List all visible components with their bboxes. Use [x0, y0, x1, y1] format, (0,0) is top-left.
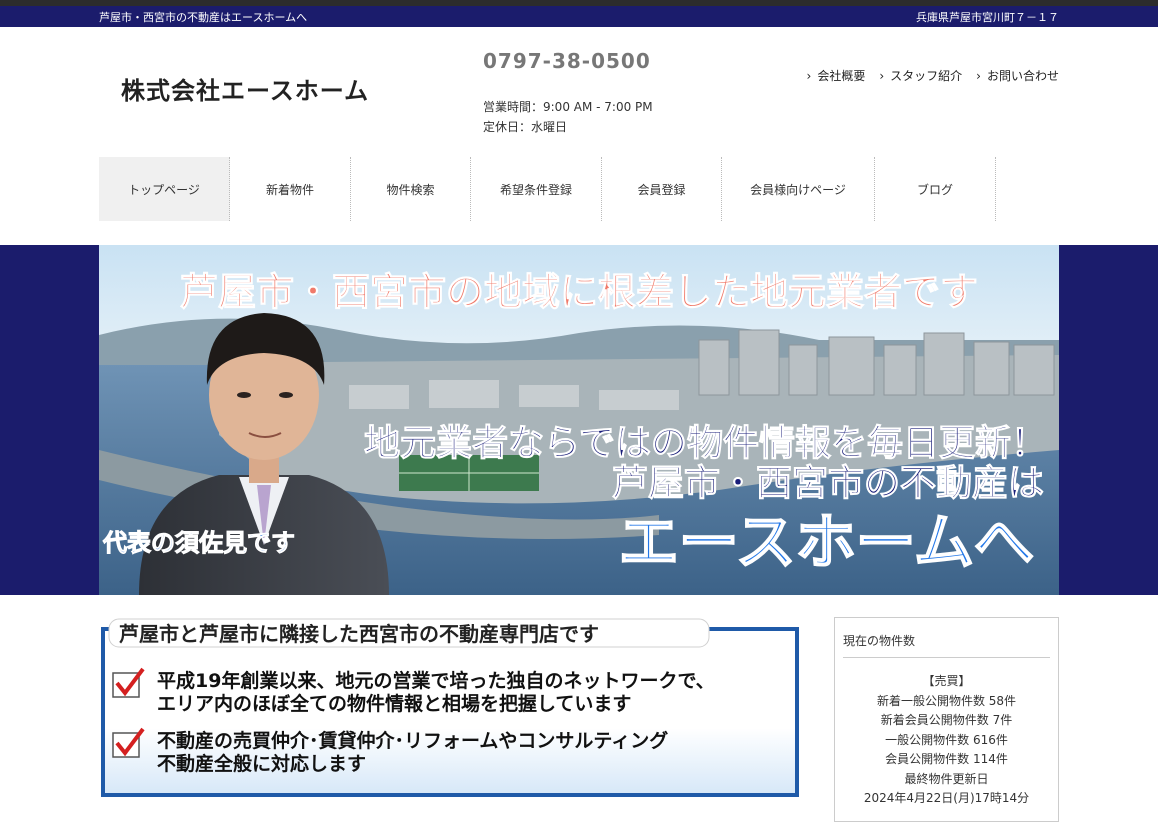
nav-new-listings[interactable]: 新着物件	[230, 157, 351, 221]
link-company-overview[interactable]: 会社概要	[807, 67, 865, 84]
point2-line1: 不動産の売買仲介･賃貸仲介･リフォームやコンサルティング	[157, 729, 668, 752]
hero-line3: エースホームへ	[619, 508, 1034, 578]
hero-image: 芦屋市・西宮市の地域に根差した地元業者です 地元業者ならではの物件情報を毎日更新…	[99, 245, 1059, 595]
phone-number: 0797-38-0500	[483, 49, 651, 73]
link-contact[interactable]: お問い合わせ	[976, 67, 1059, 84]
widget-title: 現在の物件数	[843, 632, 1050, 658]
point1-line2: エリア内のほぼ全ての物件情報と相場を把握しています	[157, 692, 631, 715]
nav-blog[interactable]: ブログ	[875, 157, 996, 221]
company-logo[interactable]: 株式会社エースホーム	[121, 71, 369, 106]
link-staff[interactable]: スタッフ紹介	[879, 67, 962, 84]
widget-line: 会員公開物件数 114件	[885, 752, 1008, 766]
business-hours: 営業時間：9:00 AM - 7:00 PM 定休日：水曜日	[483, 97, 653, 137]
point1-line1: 平成19年創業以来、地元の営業で培った独自のネットワークで、	[157, 669, 715, 692]
nav-top-page[interactable]: トップページ	[99, 157, 230, 221]
widget-line: 最終物件更新日	[904, 771, 989, 786]
widget-line: 2024年4月22日(月)17時14分	[863, 791, 1030, 805]
point2-line2: 不動産全般に対応します	[157, 752, 366, 775]
holiday-text: 定休日：水曜日	[483, 120, 568, 134]
site-tagline: 芦屋市・西宮市の不動産はエースホームへ	[99, 10, 308, 24]
intro-graphic: 芦屋市と芦屋市に隣接した西宮市の不動産専門店です 平成19年創業以来、地元の営業…	[101, 618, 799, 797]
hours-text: 営業時間：9:00 AM - 7:00 PM	[483, 100, 653, 114]
nav-members-page[interactable]: 会員様向けページ	[722, 157, 875, 221]
hero-line2: 芦屋市・西宮市の不動産は	[612, 463, 1044, 504]
hero-line1: 地元業者ならではの物件情報を毎日更新！	[364, 423, 1047, 464]
top-info-bar: 芦屋市・西宮市の不動産はエースホームへ 兵庫県芦屋市宮川町７－１７	[0, 6, 1158, 27]
nav-member-registration[interactable]: 会員登録	[602, 157, 722, 221]
intro-panel: 芦屋市と芦屋市に隣接した西宮市の不動産専門店です 平成19年創業以来、地元の営業…	[99, 617, 799, 822]
main-content: 芦屋市と芦屋市に隣接した西宮市の不動産専門店です 平成19年創業以来、地元の営業…	[99, 595, 1059, 822]
hero-headline: 芦屋市・西宮市の地域に根差した地元業者です	[180, 270, 978, 314]
nav-property-search[interactable]: 物件検索	[351, 157, 471, 221]
intro-title: 芦屋市と芦屋市に隣接した西宮市の不動産専門店です	[119, 622, 599, 646]
widget-line: 新着一般公開物件数 58件	[876, 693, 1017, 708]
nav-preference-registration[interactable]: 希望条件登録	[471, 157, 602, 221]
global-nav: トップページ 新着物件 物件検索 希望条件登録 会員登録 会員様向けページ ブロ…	[99, 157, 1059, 221]
widget-line: 新着会員公開物件数 7件	[880, 713, 1013, 727]
hero-band: 芦屋市・西宮市の地域に根差した地元業者です 地元業者ならではの物件情報を毎日更新…	[0, 245, 1158, 595]
property-count-widget: 現在の物件数 【売買】 新着一般公開物件数 58件 新着会員公開物件数 7件 一…	[834, 617, 1059, 822]
hero-banner: 芦屋市・西宮市の地域に根差した地元業者です 地元業者ならではの物件情報を毎日更新…	[99, 245, 1059, 595]
header-links: 会社概要 スタッフ紹介 お問い合わせ	[807, 67, 1059, 84]
widget-line: 一般公開物件数 616件	[885, 732, 1008, 747]
hero-caption: 代表の須佐見です	[102, 529, 295, 557]
site-header: 株式会社エースホーム 0797-38-0500 営業時間：9:00 AM - 7…	[99, 27, 1059, 157]
office-address: 兵庫県芦屋市宮川町７－１７	[916, 10, 1059, 24]
widget-section: 【売買】	[922, 674, 971, 688]
